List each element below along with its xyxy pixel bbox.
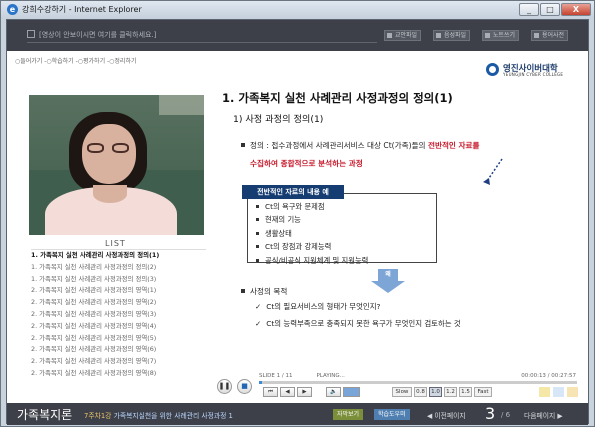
bullet-square-icon	[241, 143, 245, 147]
lesson-item[interactable]: 1. 가족복지 실천 사례관리 사정과정의 정의(2)	[31, 262, 206, 274]
instructor-face	[82, 124, 136, 184]
video-help-link[interactable]: [영상이 안보이시면 여기를 클릭하세요.]	[27, 28, 377, 43]
purpose-check-2: ✓ Ct의 능력부족으로 충족되지 못한 욕구가 무엇인지 검토하는 것	[255, 318, 461, 329]
lecture-title: 7주차1강 가족복지실천을 위한 사례관리 사정과정 1	[84, 410, 233, 420]
window-title: 강희수강하기 - Internet Explorer	[22, 5, 142, 14]
note-button[interactable]: 노트쓰기	[482, 30, 520, 41]
time-display: 00:00:13 / 00:27:57	[521, 373, 576, 379]
speed-1-2[interactable]: 1.2	[444, 387, 457, 397]
dotted-pointer-icon	[483, 158, 503, 185]
example-item: Ct의 장점과 강제능력	[248, 240, 436, 253]
definition-emphasis-2: 수집하여 종합적으로 분석하는 과정	[250, 159, 363, 168]
light-background	[159, 95, 204, 115]
minimize-button[interactable]: _	[519, 3, 539, 16]
definition-emphasis-1: 전반적인 자료를	[427, 141, 480, 150]
example-item: Ct의 욕구와 문제점	[248, 200, 436, 213]
why-arrow-icon: 왜	[371, 269, 405, 293]
week-label: 7주차1강	[84, 412, 112, 420]
slide-heading: 1. 가족복지 실천 사례관리 사정과정의 정의(1)	[222, 91, 453, 105]
study-helper-button[interactable]: 학습도우미	[374, 409, 410, 420]
learning-steps[interactable]: ○들어가기 -○학습하기 -○평가하기 -○정리하기	[15, 56, 136, 65]
purpose-label: 사정의 목적	[250, 287, 288, 296]
total-pages: / 6	[501, 411, 511, 419]
fullscreen-icon[interactable]	[553, 387, 564, 397]
lecture-player: [영상이 안보이시면 여기를 클릭하세요.] 교안파일 음성파일 노트쓰기 용어…	[6, 19, 589, 425]
download-icon[interactable]	[567, 387, 578, 397]
instructor-neck	[93, 185, 127, 203]
browser-window: e 강희수강하기 - Internet Explorer _ □ X [영상이 …	[0, 0, 595, 427]
lecture-name: 가족복지실천을 위한 사례관리 사정과정 1	[113, 412, 233, 420]
lesson-item[interactable]: 2. 가족복지 실천 사례관리 사정과정의 영역(5)	[31, 333, 206, 345]
progress-fill	[259, 381, 262, 384]
speed-0-8[interactable]: 0.8	[414, 387, 427, 397]
example-item: 공식/비공식 지원체계 및 지원능력	[248, 254, 436, 267]
instructor-video[interactable]	[29, 95, 204, 235]
purpose-check-1: ✓ Ct의 필요서비스의 형태가 무엇인지?	[255, 301, 380, 312]
purpose-text-1: Ct의 필요서비스의 형태가 무엇인지?	[266, 302, 381, 311]
list-title: LIST	[105, 239, 126, 248]
note-icon[interactable]	[539, 387, 550, 397]
close-button[interactable]: X	[561, 3, 591, 16]
glossary-button[interactable]: 용어사전	[531, 30, 569, 41]
why-arrow-label: 왜	[378, 269, 398, 281]
lesson-item[interactable]: 2. 가족복지 실천 사례관리 사정과정의 영역(2)	[31, 297, 206, 309]
bullet-square-icon	[241, 289, 245, 293]
captions-button[interactable]: 자막보기	[333, 409, 364, 420]
previous-page-button[interactable]: ◀ 이전페이지	[427, 410, 466, 420]
definition-prefix: 정의 : 접수과정에서 사례관리서비스 대상 Ct(가족)들의	[250, 141, 428, 150]
course-title: 가족복지론	[17, 408, 73, 422]
maximize-button[interactable]: □	[540, 3, 560, 16]
video-help-text: [영상이 안보이시면 여기를 클릭하세요.]	[39, 31, 157, 39]
purpose-text-2: Ct의 능력부족으로 충족되지 못한 욕구가 무엇인지 검토하는 것	[266, 319, 461, 328]
college-name-english: YEUNGJIN CYBER COLLEGE	[503, 72, 564, 77]
example-item: 현재의 기능	[248, 213, 436, 226]
lesson-list: 1. 가족복지 실천 사례관리 사정과정의 정의(1) 1. 가족복지 실천 사…	[31, 249, 206, 386]
college-logo-mark	[486, 63, 499, 76]
progress-bar[interactable]	[259, 381, 577, 384]
slide-counter: SLIDE 1 / 11 PLAYING...	[259, 373, 345, 379]
lesson-item[interactable]: 2. 가족복지 실천 사례관리 사정과정의 영역(1)	[31, 285, 206, 297]
speed-fast[interactable]: Fast	[474, 387, 492, 397]
audio-file-button[interactable]: 음성파일	[433, 30, 471, 41]
rewind-button[interactable]: ⏮	[263, 387, 278, 397]
speed-1-5[interactable]: 1.5	[459, 387, 472, 397]
lesson-item[interactable]: 2. 가족복지 실천 사례관리 사정과정의 영역(3)	[31, 309, 206, 321]
pause-button[interactable]: ❚❚	[217, 379, 232, 394]
example-item: 생활상태	[248, 227, 436, 240]
title-bar: e 강희수강하기 - Internet Explorer _ □ X	[1, 1, 594, 19]
bottom-navigation: 가족복지론 7주차1강 가족복지실천을 위한 사례관리 사정과정 1 자막보기 …	[7, 403, 588, 425]
lesson-item[interactable]: 1. 가족복지 실천 사례관리 사정과정의 정의(3)	[31, 274, 206, 286]
monitor-icon	[27, 30, 35, 38]
internet-explorer-icon: e	[7, 4, 18, 15]
stop-button[interactable]: ■	[237, 379, 252, 394]
lesson-item[interactable]: 2. 가족복지 실천 사례관리 사정과정의 영역(8)	[31, 368, 206, 380]
speed-1-0[interactable]: 1.0	[429, 387, 442, 397]
glasses-icon	[87, 143, 131, 153]
current-page: 3	[485, 404, 496, 423]
arrow-head	[371, 281, 405, 293]
slide-subheading: 1) 사정 과정의 정의(1)	[233, 114, 324, 125]
definition-text: 정의 : 접수과정에서 사례관리서비스 대상 Ct(가족)들의 전반적인 자료를…	[241, 137, 556, 173]
data-examples-box: Ct의 욕구와 문제점 현재의 기능 생활상태 Ct의 장점과 강제능력 공식/…	[247, 193, 437, 265]
examples-callout: 전반적인 자료의 내용 예	[242, 185, 344, 199]
checkmark-icon: ✓	[255, 319, 262, 328]
lesson-item[interactable]: 1. 가족복지 실천 사례관리 사정과정의 정의(1)	[31, 250, 206, 262]
checkmark-icon: ✓	[255, 302, 262, 311]
volume-slider[interactable]	[343, 387, 360, 397]
volume-icon[interactable]: 🔈	[326, 387, 341, 397]
previous-button[interactable]: ◀	[280, 387, 295, 397]
next-page-button[interactable]: 다음페이지 ▶	[524, 410, 563, 420]
purpose-heading: 사정의 목적	[241, 283, 287, 300]
lesson-item[interactable]: 2. 가족복지 실천 사례관리 사정과정의 영역(7)	[31, 356, 206, 368]
lecture-notes-button[interactable]: 교안파일	[384, 30, 422, 41]
speed-slow[interactable]: Slow	[392, 387, 412, 397]
top-toolbar: [영상이 안보이시면 여기를 클릭하세요.] 교안파일 음성파일 노트쓰기 용어…	[7, 20, 588, 51]
media-player: ❚❚ ■ SLIDE 1 / 11 PLAYING... 00:00:13 / 0…	[214, 370, 588, 403]
lesson-item[interactable]: 2. 가족복지 실천 사례관리 사정과정의 영역(6)	[31, 344, 206, 356]
college-logo: 영진사이버대학 YEUNGJIN CYBER COLLEGE	[486, 62, 571, 79]
window-controls: _ □ X	[519, 3, 591, 16]
lesson-item[interactable]: 2. 가족복지 실천 사례관리 사정과정의 영역(4)	[31, 321, 206, 333]
next-button[interactable]: ▶	[297, 387, 312, 397]
